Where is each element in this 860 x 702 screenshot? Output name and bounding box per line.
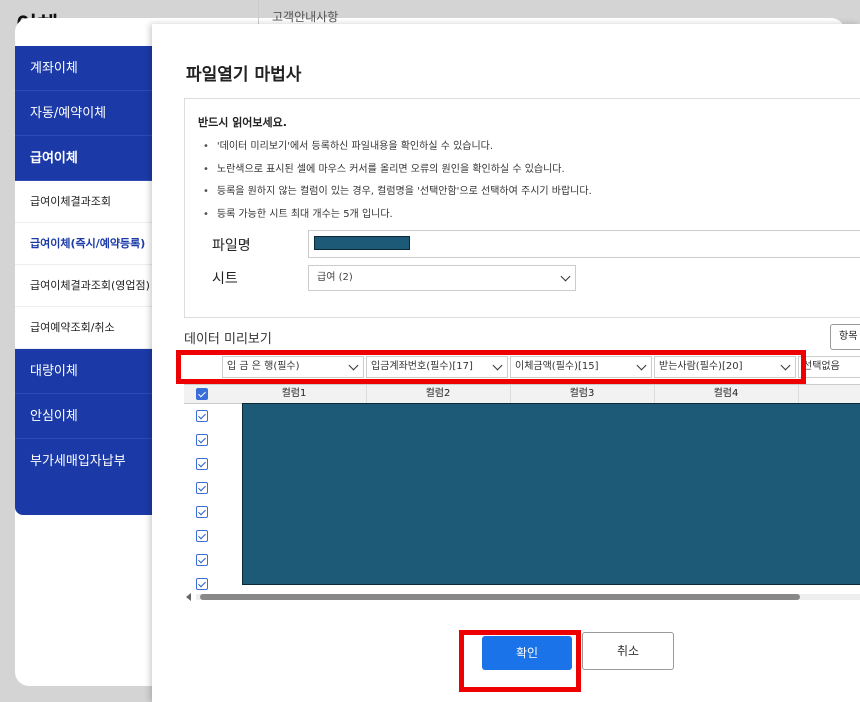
horizontal-scrollbar[interactable] [184,592,860,602]
cancel-button[interactable]: 취소 [582,632,674,670]
column-header: 컬럼4 [654,385,799,403]
scroll-left-icon[interactable] [186,593,191,601]
sidebar: 계좌이체 자동/예약이체 급여이체 급여이체결과조회 급여이체(즉시/예약등록)… [15,46,152,515]
select-all-checkbox[interactable] [196,388,208,400]
column-select-label: 선택없음 [803,361,840,372]
highlight-box-confirm [459,630,581,692]
sheet-label: 시트 [212,271,238,287]
file-name-input[interactable] [308,230,860,258]
column-header: 컬럼1 [222,385,367,403]
highlight-box-columns [176,350,806,384]
modal-title: 파일열기 마법사 [186,65,302,85]
items-button[interactable]: 항목 [830,324,860,350]
file-name-label: 파일명 [212,238,251,254]
row-checkbox[interactable] [196,410,208,422]
column-header: 컬럼3 [510,385,655,403]
scroll-thumb[interactable] [200,594,800,600]
row-checkbox[interactable] [196,458,208,470]
sidebar-item-vat-payment[interactable]: 부가세매입자납부 [15,439,152,484]
notice-item: 등록을 원하지 않는 컬럼이 있는 경우, 컬럼명을 '선택안함'으로 선택하여… [203,184,592,207]
sidebar-bottom-fill [15,484,152,515]
notice-item: '데이터 미리보기'에서 등록하신 파일내용을 확인하실 수 있습니다. [203,139,592,162]
grid-header: 컬럼1 컬럼2 컬럼3 컬럼4 컬 [184,385,860,404]
background-notice-text: 고객안내사항 [272,10,339,24]
row-checkbox[interactable] [196,482,208,494]
sidebar-item-safe-transfer[interactable]: 안심이체 [15,394,152,439]
sidebar-item-account-transfer[interactable]: 계좌이체 [15,46,152,91]
sidebar-sub-salary-reservation[interactable]: 급여예약조회/취소 [15,307,152,349]
file-wizard-modal: 파일열기 마법사 반드시 읽어보세요. '데이터 미리보기'에서 등록하신 파일… [152,24,860,702]
sidebar-sub-salary-branch-result[interactable]: 급여이체결과조회(영업점) [15,265,152,307]
chevron-down-icon [560,271,571,282]
sheet-select-value: 급여 (2) [317,272,353,283]
row-checkbox[interactable] [196,530,208,542]
sidebar-sub-salary-register[interactable]: 급여이체(즉시/예약등록) [15,223,152,265]
row-checkbox[interactable] [196,506,208,518]
redacted-data [242,403,860,585]
sidebar-item-auto-transfer[interactable]: 자동/예약이체 [15,91,152,136]
sidebar-item-bulk-transfer[interactable]: 대량이체 [15,349,152,394]
column-select-none[interactable]: 선택없음 [798,356,860,378]
notice-item: 노란색으로 표시된 셀에 마우스 커서를 올리면 오류의 원인을 확인하실 수 … [203,162,592,185]
notice-heading: 반드시 읽어보세요. [198,116,287,129]
sidebar-item-salary-transfer[interactable]: 급여이체 [15,136,152,181]
column-header: 컬럼2 [366,385,511,403]
redacted-file-name [314,236,410,250]
notice-item: 등록 가능한 시트 최대 개수는 5개 입니다. [203,207,592,230]
row-checkbox[interactable] [196,434,208,446]
sidebar-sub-salary-result[interactable]: 급여이체결과조회 [15,181,152,223]
column-header: 컬 [798,385,860,403]
notice-list: '데이터 미리보기'에서 등록하신 파일내용을 확인하실 수 있습니다. 노란색… [203,139,592,229]
row-checkbox[interactable] [196,578,208,590]
row-checkbox[interactable] [196,554,208,566]
data-preview-label: 데이터 미리보기 [184,332,272,347]
sheet-select[interactable]: 급여 (2) [308,265,576,291]
preview-grid: 컬럼1 컬럼2 컬럼3 컬럼4 컬 [184,384,860,595]
